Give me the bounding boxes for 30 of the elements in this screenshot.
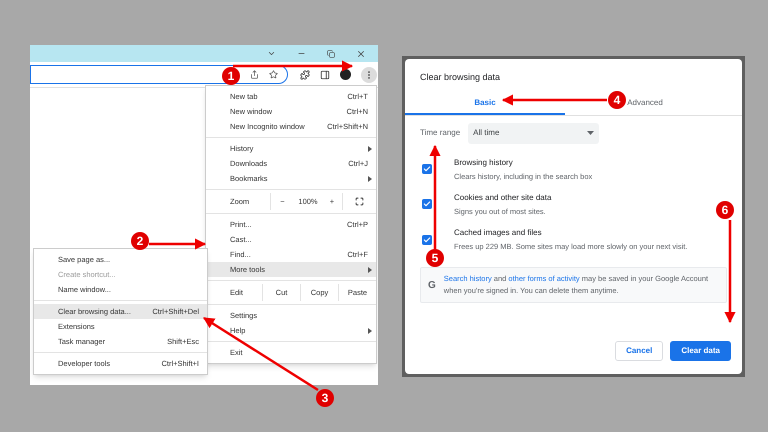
extensions-icon[interactable]	[300, 70, 310, 80]
tab[interactable]: Basic	[405, 92, 565, 114]
checkbox[interactable]	[422, 199, 432, 210]
fullscreen-icon	[355, 197, 364, 206]
submenu-arrow-icon	[368, 328, 372, 334]
side-panel-icon[interactable]	[320, 70, 330, 80]
menu-button[interactable]	[361, 66, 377, 82]
time-range-label: Time range	[420, 127, 460, 139]
profile-icon[interactable]	[340, 69, 351, 80]
option-title: Browsing history	[454, 156, 514, 168]
checkbox[interactable]	[422, 164, 432, 174]
star-icon[interactable]	[269, 70, 278, 79]
checkbox[interactable]	[422, 234, 432, 245]
google-logo-icon: G	[428, 278, 436, 293]
close-icon[interactable]	[356, 48, 366, 58]
share-icon[interactable]	[250, 70, 259, 79]
dialog-title: Clear browsing data	[419, 71, 502, 84]
annotation-arrow	[149, 238, 206, 250]
clear-data-button[interactable]: Clear data	[670, 341, 731, 361]
submenu-arrow-icon	[368, 176, 372, 182]
option-title: Cached images and files	[454, 227, 543, 239]
step-badge: 3	[316, 389, 334, 407]
tab-list-icon[interactable]	[267, 49, 276, 58]
restore-icon[interactable]	[327, 50, 335, 58]
dropdown-caret-icon	[587, 131, 594, 135]
time-range-select[interactable]: All time	[468, 122, 600, 144]
submenu-arrow-icon	[368, 266, 372, 272]
option-title: Cookies and other site data	[454, 192, 552, 204]
cancel-button[interactable]: Cancel	[615, 341, 664, 361]
submenu-arrow-icon	[368, 146, 372, 152]
